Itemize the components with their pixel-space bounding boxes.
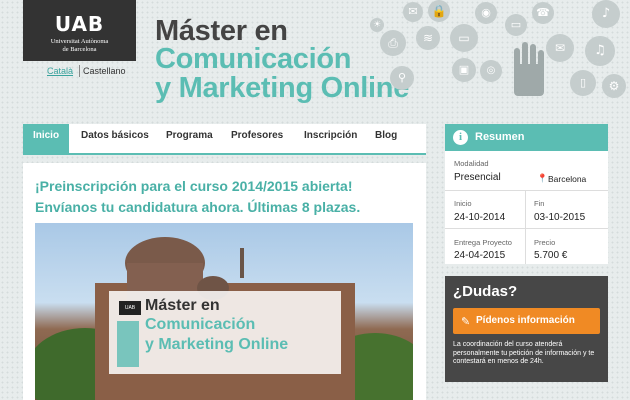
banner-logo: UAB — [119, 301, 141, 315]
divider — [445, 190, 608, 191]
email-icon: ✉ — [403, 2, 423, 22]
summary-header: i Resumen — [445, 124, 608, 151]
nav-profesores[interactable]: Profesores — [231, 124, 283, 153]
hand-graphic — [514, 42, 544, 96]
tablet-icon: ▯ — [570, 70, 596, 96]
banner-title-line2: Comunicación — [145, 316, 256, 333]
inicio-value: 24-10-2014 — [454, 212, 506, 223]
questions-title: ¿Dudas? — [453, 283, 518, 300]
location-icon: 📍 — [537, 173, 548, 183]
headphones-icon: ♫ — [585, 36, 615, 66]
uab-logo[interactable]: UAB Universitat Autònoma de Barcelona — [23, 0, 136, 61]
search-icon: ⚲ — [390, 66, 414, 90]
sun-icon: ☀ — [370, 18, 384, 32]
phone-icon: ☎ — [532, 2, 554, 24]
banner-overlay: UAB Máster en Comunicación y Marketing O… — [109, 291, 341, 374]
modalidad-value: Presencial — [454, 172, 501, 183]
microphone-icon: ♪ — [592, 0, 620, 28]
language-castellano[interactable]: Castellano — [83, 66, 126, 76]
main-content: ¡Preinscripción para el curso 2014/2015 … — [23, 163, 426, 400]
request-info-button[interactable]: ✎ Pídenos información — [453, 308, 600, 334]
gear-icon: ⚙ — [602, 74, 626, 98]
laptop-icon: ▭ — [450, 24, 478, 52]
logo-subtitle: Universitat Autònoma de Barcelona — [50, 38, 109, 53]
message-icon: ✉ — [546, 34, 574, 62]
campus-photo: UAB Máster en Comunicación y Marketing O… — [35, 223, 413, 400]
precio-value: 5.700 € — [534, 250, 568, 261]
banner-title-line3: y Marketing Online — [145, 336, 289, 353]
nav-programa[interactable]: Programa — [166, 124, 213, 153]
entrega-value: 24-04-2015 — [454, 250, 506, 261]
summary-panel: i Resumen Modalidad Presencial 📍 Barcelo… — [445, 124, 608, 264]
rss-icon: ◎ — [480, 60, 502, 82]
nav-inicio[interactable]: Inicio — [23, 124, 69, 153]
divider — [445, 228, 608, 229]
summary-title: Resumen — [475, 131, 525, 143]
language-catala[interactable]: Català — [47, 66, 73, 76]
location-value: Barcelona — [548, 174, 587, 184]
fin-label: Fin — [534, 199, 545, 208]
printer-icon: ⎙ — [380, 30, 406, 56]
enrollment-headline: ¡Preinscripción para el curso 2014/2015 … — [35, 178, 361, 215]
nav-inscripcion[interactable]: Inscripción — [304, 124, 357, 153]
decorative-icon-cloud: ☀ ✉ 🔒 ◉ ▭ ☎ ♪ ⎙ ≋ ▭ ▣ ✉ ♫ ◎ ⚲ ▯ ⚙ — [370, 0, 630, 112]
questions-description: La coordinación del curso atenderá perso… — [453, 341, 595, 365]
pencil-icon: ✎ — [461, 315, 471, 328]
modalidad-label: Modalidad — [454, 159, 489, 168]
banner-accent-bar — [117, 321, 139, 367]
questions-panel: ¿Dudas? ✎ Pídenos información La coordin… — [445, 276, 608, 382]
precio-label: Precio — [534, 238, 556, 247]
wifi-icon: ≋ — [416, 26, 440, 50]
fin-value: 03-10-2015 — [534, 212, 586, 223]
language-divider — [79, 65, 80, 77]
info-icon: i — [453, 130, 468, 145]
image-icon: ▣ — [452, 58, 476, 82]
nav-datos-basicos[interactable]: Datos básicos — [81, 124, 149, 153]
entrega-label: Entrega Proyecto — [454, 238, 512, 247]
main-nav: Inicio Datos básicos Programa Profesores… — [23, 124, 426, 155]
banner-title-line1: Máster en — [145, 297, 220, 314]
camera-icon: ◉ — [475, 2, 497, 24]
inicio-label: Inicio — [454, 199, 472, 208]
lock-icon: 🔒 — [428, 0, 450, 22]
request-info-label: Pídenos información — [476, 315, 575, 326]
nav-blog[interactable]: Blog — [375, 124, 397, 153]
monitor-icon: ▭ — [505, 14, 527, 36]
logo-text: UAB — [54, 12, 105, 36]
